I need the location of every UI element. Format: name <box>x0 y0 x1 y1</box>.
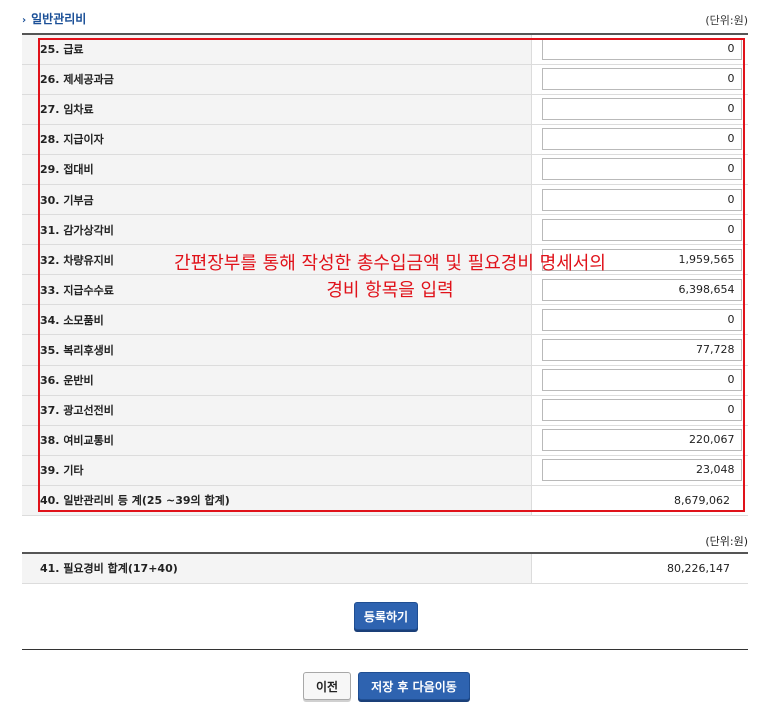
amount-input[interactable]: 0 <box>541 98 742 121</box>
section-title-text: 일반관리비 <box>31 12 87 26</box>
row-label: 30. 기부금 <box>22 184 532 216</box>
amount-input[interactable]: 23,048 <box>541 459 742 482</box>
row-label: 26. 제세공과금 <box>22 64 532 95</box>
row-label: 25. 급료 <box>22 34 532 65</box>
table-row: 37. 광고선전비 0 <box>22 395 748 426</box>
row-value-cell: 23,048 <box>531 455 748 486</box>
amount-input[interactable]: 220,067 <box>541 429 742 452</box>
row-label: 37. 광고선전비 <box>22 395 532 426</box>
subtotal-row: 40. 일반관리비 등 계(25 ~39의 합계) 8,679,062 <box>22 485 748 517</box>
row-value-cell: 0 <box>531 154 748 185</box>
total-label: 41. 필요경비 합계(17+40) <box>22 553 532 584</box>
row-value-cell: 0 <box>531 34 748 65</box>
table-row: 30. 기부금 0 <box>22 184 748 216</box>
row-value-cell: 1,959,565 <box>531 244 748 276</box>
amount-input[interactable]: 0 <box>541 218 742 241</box>
row-label: 27. 임차료 <box>22 94 532 125</box>
row-value-cell: 6,398,654 <box>531 274 748 306</box>
row-value-cell: 0 <box>531 64 748 95</box>
row-value-cell: 0 <box>531 304 748 336</box>
prev-button[interactable]: 이전 <box>303 672 351 700</box>
row-value-cell: 0 <box>531 124 748 155</box>
expense-table: 25. 급료 0 26. 제세공과금 0 27. 임차료 0 28. 지급이자 0 29. 접대… <box>22 33 748 517</box>
total-value: 80,226,147 <box>531 553 748 584</box>
amount-input[interactable]: 0 <box>541 369 742 392</box>
row-value-cell: 220,067 <box>531 425 748 456</box>
total-unit-label: (단위:원) <box>705 535 748 548</box>
table-row: 27. 임차료 0 <box>22 94 748 125</box>
divider <box>22 649 748 650</box>
row-value-cell: 0 <box>531 365 748 396</box>
table-row: 25. 급료 0 <box>22 34 748 65</box>
register-button[interactable]: 등록하기 <box>354 602 418 630</box>
section-title: › 일반관리비 <box>22 10 86 27</box>
row-value-cell: 0 <box>531 184 748 216</box>
amount-input[interactable]: 0 <box>541 158 742 181</box>
row-value-cell: 77,728 <box>531 334 748 366</box>
amount-input[interactable]: 77,728 <box>541 338 742 361</box>
amount-input[interactable]: 1,959,565 <box>541 248 742 271</box>
amount-input[interactable]: 6,398,654 <box>541 278 742 301</box>
table-row: 31. 감가상각비 0 <box>22 214 748 246</box>
row-value-cell: 0 <box>531 214 748 246</box>
table-row: 35. 복리후생비 77,728 <box>22 334 748 366</box>
subtotal-label: 40. 일반관리비 등 계(25 ~39의 합계) <box>22 485 532 517</box>
table-row: 39. 기타 23,048 <box>22 455 748 486</box>
row-label: 31. 감가상각비 <box>22 214 532 246</box>
table-row: 38. 여비교통비 220,067 <box>22 425 748 456</box>
table-row: 26. 제세공과금 0 <box>22 64 748 95</box>
table-row: 34. 소모품비 0 <box>22 304 748 336</box>
table-row: 32. 차량유지비 1,959,565 <box>22 244 748 276</box>
row-label: 29. 접대비 <box>22 154 532 185</box>
chevron-right-icon: › <box>22 15 27 26</box>
table-row: 36. 운반비 0 <box>22 365 748 396</box>
row-value-cell: 0 <box>531 94 748 125</box>
row-label: 33. 지급수수료 <box>22 274 532 306</box>
row-label: 39. 기타 <box>22 455 532 486</box>
row-label: 34. 소모품비 <box>22 304 532 336</box>
section-header: › 일반관리비 (단위:원) <box>22 8 748 30</box>
subtotal-value: 8,679,062 <box>531 485 748 517</box>
total-table: 41. 필요경비 합계(17+40) 80,226,147 <box>22 552 748 584</box>
amount-input[interactable]: 0 <box>541 308 742 331</box>
amount-input[interactable]: 0 <box>541 399 742 422</box>
table-row: 29. 접대비 0 <box>22 154 748 185</box>
table-row: 28. 지급이자 0 <box>22 124 748 155</box>
row-label: 32. 차량유지비 <box>22 244 532 276</box>
row-label: 38. 여비교통비 <box>22 425 532 456</box>
amount-input[interactable]: 0 <box>541 128 742 151</box>
amount-input[interactable]: 0 <box>541 188 742 211</box>
row-label: 36. 운반비 <box>22 365 532 396</box>
amount-input[interactable]: 0 <box>541 38 742 61</box>
table-row: 33. 지급수수료 6,398,654 <box>22 274 748 306</box>
amount-input[interactable]: 0 <box>541 68 742 91</box>
row-value-cell: 0 <box>531 395 748 426</box>
total-row: 41. 필요경비 합계(17+40) 80,226,147 <box>22 553 748 584</box>
save-next-button[interactable]: 저장 후 다음이동 <box>358 672 470 700</box>
row-label: 28. 지급이자 <box>22 124 532 155</box>
unit-label: (단위:원) <box>705 14 748 27</box>
row-label: 35. 복리후생비 <box>22 334 532 366</box>
